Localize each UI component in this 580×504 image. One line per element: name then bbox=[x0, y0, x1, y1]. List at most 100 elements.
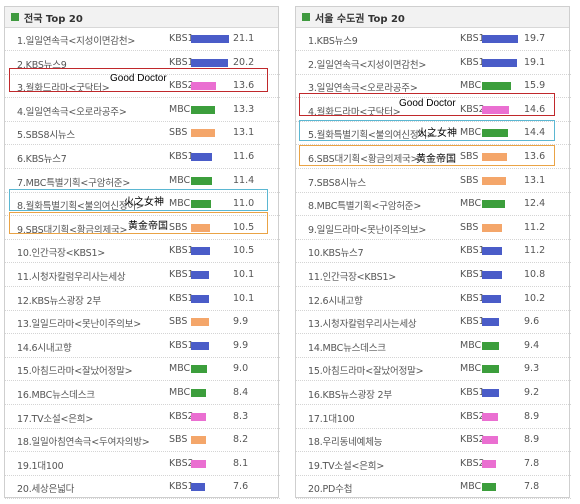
program-title[interactable]: 5.월화특별기획<불의여신정이> bbox=[308, 127, 435, 141]
ranking-row[interactable]: 14.MBC뉴스데스크 MBC 9.4 bbox=[296, 335, 571, 358]
ranking-row[interactable]: 19.TV소설<은희> KBS2 7.8 bbox=[296, 453, 571, 476]
channel-label: KBS1 bbox=[169, 481, 194, 493]
program-title[interactable]: 3.일일연속극<오로라공주> bbox=[308, 80, 418, 94]
program-title[interactable]: 20.세상은넓다 bbox=[17, 481, 74, 495]
program-title[interactable]: 15.아침드라마<잘났어정말> bbox=[17, 363, 133, 377]
program-title[interactable]: 18.우리동네예체능 bbox=[308, 434, 382, 448]
rating-value: 19.7 bbox=[524, 33, 546, 44]
rating-bar bbox=[191, 58, 228, 67]
ranking-row[interactable]: 13.시청자칼럼우리사는세상 KBS1 9.6 bbox=[296, 311, 571, 335]
program-title[interactable]: 7.SBS8시뉴스 bbox=[308, 175, 366, 189]
program-title[interactable]: 18.일일아침연속극<두여자의방> bbox=[17, 434, 150, 448]
ranking-row[interactable]: 13.일일드라마<못난이주의보> SBS 9.9 bbox=[5, 311, 280, 335]
ranking-row[interactable]: 11.시청자칼럼우리사는세상 KBS1 10.1 bbox=[5, 264, 280, 287]
ranking-row[interactable]: 15.아침드라마<잘났어정말> MBC 9.0 bbox=[5, 358, 280, 382]
rating-bar bbox=[482, 389, 499, 397]
ranking-row[interactable]: 18.우리동네예체능 KBS2 8.9 bbox=[296, 429, 571, 453]
ranking-row[interactable]: 9.일일드라마<못난이주의보> SBS 11.2 bbox=[296, 217, 571, 240]
rating-value: 13.3 bbox=[233, 103, 255, 115]
ranking-row[interactable]: 3.일일연속극<오로라공주> MBC 15.9 bbox=[296, 75, 571, 99]
ranking-row[interactable]: 7.MBC특별기획<구암허준> MBC 11.4 bbox=[5, 170, 280, 193]
program-title[interactable]: 2.일일연속극<지성이면감천> bbox=[308, 57, 426, 71]
rating-bar bbox=[482, 153, 507, 161]
ranking-row[interactable]: 4.일일연속극<오로라공주> MBC 13.3 bbox=[5, 99, 280, 122]
program-title[interactable]: 2.KBS뉴스9 bbox=[17, 57, 67, 71]
program-title[interactable]: 14.MBC뉴스데스크 bbox=[308, 340, 386, 354]
program-title[interactable]: 11.시청자칼럼우리사는세상 bbox=[17, 269, 126, 283]
ranking-row[interactable]: 2.KBS뉴스9 KBS1 20.2 bbox=[5, 52, 280, 75]
program-title[interactable]: 4.일일연속극<오로라공주> bbox=[17, 104, 127, 118]
channel-label: KBS2 bbox=[169, 80, 194, 92]
ranking-row[interactable]: 14.6시내고향 KBS1 9.9 bbox=[5, 335, 280, 358]
rating-value: 19.1 bbox=[524, 56, 546, 68]
program-title[interactable]: 11.인간극장<KBS1> bbox=[308, 269, 396, 283]
program-title[interactable]: 19.TV소설<은희> bbox=[308, 458, 384, 472]
ranking-row[interactable]: 20.PD수첩 MBC 7.8 bbox=[296, 476, 571, 500]
program-title[interactable]: 13.시청자칼럼우리사는세상 bbox=[308, 316, 417, 330]
program-title[interactable]: 9.SBS대기획<황금의제국> bbox=[17, 222, 128, 236]
program-title[interactable]: 17.1대100 bbox=[308, 411, 355, 425]
ranking-row[interactable]: 12.KBS뉴스광장 2부 KBS1 10.1 bbox=[5, 288, 280, 311]
program-title[interactable]: 12.6시내고향 bbox=[308, 293, 363, 307]
program-title[interactable]: 16.MBC뉴스데스크 bbox=[17, 387, 95, 401]
rating-bar bbox=[482, 294, 501, 303]
program-title[interactable]: 1.KBS뉴스9 bbox=[308, 33, 358, 47]
ranking-row[interactable]: 16.KBS뉴스광장 2부 KBS1 9.2 bbox=[296, 382, 571, 405]
ranking-row[interactable]: 16.MBC뉴스데스크 MBC 8.4 bbox=[5, 382, 280, 405]
ranking-row[interactable]: 2.일일연속극<지성이면감천> KBS1 19.1 bbox=[296, 52, 571, 75]
ranking-row[interactable]: 1.KBS뉴스9 KBS1 19.7 bbox=[296, 28, 571, 51]
rating-bar bbox=[482, 105, 509, 114]
channel-label: MBC bbox=[460, 363, 482, 375]
rating-bar bbox=[482, 129, 509, 138]
ranking-row[interactable]: 17.1대100 KBS2 8.9 bbox=[296, 406, 571, 429]
rating-bar bbox=[191, 389, 207, 397]
ranking-row[interactable]: 17.TV소설<은희> KBS2 8.3 bbox=[5, 406, 280, 429]
ranking-row[interactable]: 19.1대100 KBS2 8.1 bbox=[5, 453, 280, 476]
ranking-row[interactable]: 5.SBS8시뉴스 SBS 13.1 bbox=[5, 122, 280, 146]
program-title[interactable]: 5.SBS8시뉴스 bbox=[17, 127, 75, 141]
ranking-row[interactable]: 8.MBC특별기획<구암허준> MBC 12.4 bbox=[296, 193, 571, 217]
channel-label: KBS1 bbox=[460, 33, 485, 44]
ranking-row[interactable]: 7.SBS8시뉴스 SBS 13.1 bbox=[296, 170, 571, 193]
program-title[interactable]: 14.6시내고향 bbox=[17, 340, 72, 354]
program-title[interactable]: 12.KBS뉴스광장 2부 bbox=[17, 293, 101, 307]
program-title[interactable]: 15.아침드라마<잘났어정말> bbox=[308, 363, 424, 377]
program-title[interactable]: 10.KBS뉴스7 bbox=[308, 245, 364, 259]
program-title[interactable]: 1.일일연속극<지성이면감천> bbox=[17, 33, 135, 47]
ranking-row[interactable]: 6.KBS뉴스7 KBS1 11.6 bbox=[5, 146, 280, 169]
program-title[interactable]: 17.TV소설<은희> bbox=[17, 411, 93, 425]
program-title[interactable]: 6.SBS대기획<황금의제국> bbox=[308, 151, 419, 165]
channel-label: KBS1 bbox=[169, 339, 194, 351]
program-title[interactable]: 19.1대100 bbox=[17, 458, 64, 472]
program-title[interactable]: 4.월화드라마<굿닥터> bbox=[308, 104, 401, 118]
ranking-row[interactable]: 11.인간극장<KBS1> KBS1 10.8 bbox=[296, 264, 571, 287]
ranking-row[interactable]: 10.인간극장<KBS1> KBS1 10.5 bbox=[5, 240, 280, 264]
rating-value: 9.4 bbox=[524, 339, 540, 351]
rating-value: 9.9 bbox=[233, 339, 249, 351]
program-title[interactable]: 9.일일드라마<못난이주의보> bbox=[308, 222, 426, 236]
ranking-row[interactable]: 10.KBS뉴스7 KBS1 11.2 bbox=[296, 240, 571, 264]
rating-bar bbox=[191, 223, 211, 232]
ranking-row[interactable]: 18.일일아침연속극<두여자의방> SBS 8.2 bbox=[5, 429, 280, 453]
channel-label: KBS2 bbox=[169, 457, 194, 469]
channel-label: MBC bbox=[169, 387, 191, 398]
program-title[interactable]: 6.KBS뉴스7 bbox=[17, 151, 67, 165]
ranking-row[interactable]: 15.아침드라마<잘났어정말> MBC 9.3 bbox=[296, 358, 571, 382]
channel-label: SBS bbox=[169, 316, 188, 328]
ranking-row[interactable]: 12.6시내고향 KBS1 10.2 bbox=[296, 288, 571, 311]
rating-value: 7.6 bbox=[233, 481, 249, 493]
rating-value: 10.8 bbox=[524, 269, 546, 280]
program-title[interactable]: 20.PD수첩 bbox=[308, 481, 352, 495]
program-title[interactable]: 3.월화드라마<굿닥터> bbox=[17, 80, 110, 94]
rating-value: 8.9 bbox=[524, 410, 540, 422]
program-title[interactable]: 7.MBC특별기획<구암허준> bbox=[17, 175, 130, 189]
program-title[interactable]: 8.MBC특별기획<구암허준> bbox=[308, 198, 421, 212]
program-title[interactable]: 10.인간극장<KBS1> bbox=[17, 245, 105, 259]
rating-value: 8.4 bbox=[233, 387, 249, 398]
rating-value: 8.3 bbox=[233, 410, 249, 422]
ranking-row[interactable]: 20.세상은넓다 KBS1 7.6 bbox=[5, 476, 280, 500]
ranking-row[interactable]: 1.일일연속극<지성이면감천> KBS1 21.1 bbox=[5, 28, 280, 51]
program-title[interactable]: 13.일일드라마<못난이주의보> bbox=[17, 316, 141, 330]
rating-bar bbox=[482, 318, 500, 327]
program-title[interactable]: 16.KBS뉴스광장 2부 bbox=[308, 387, 392, 401]
